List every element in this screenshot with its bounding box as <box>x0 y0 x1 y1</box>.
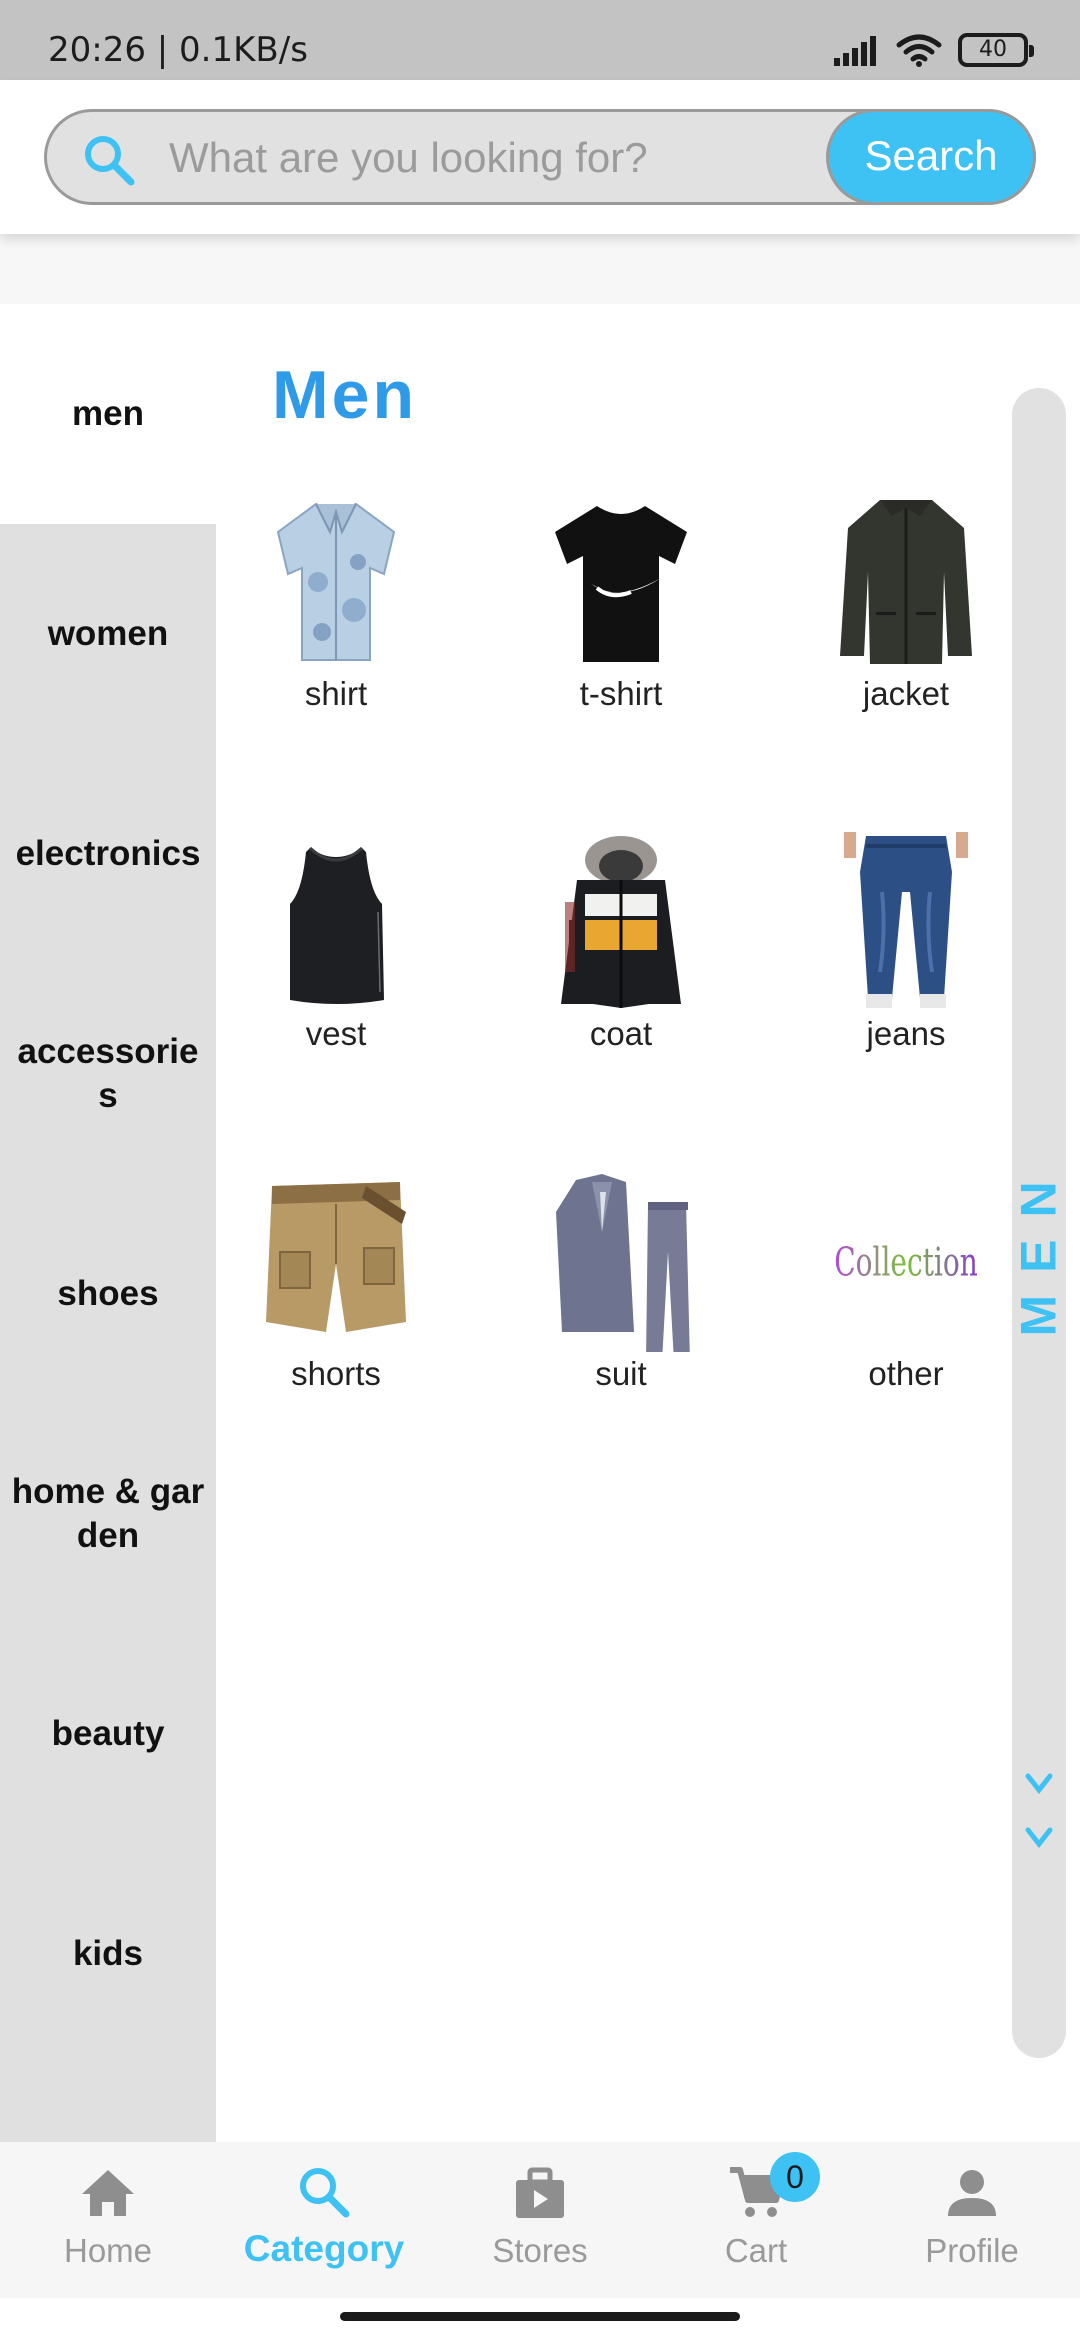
category-item-label: t-shirt <box>579 675 663 712</box>
category-item-shorts[interactable]: shorts <box>236 1172 436 1412</box>
category-item-label: shorts <box>291 1355 381 1392</box>
rail-label: MEN <box>1011 1148 1068 1348</box>
category-item-jeans[interactable]: jeans <box>806 832 1006 1072</box>
category-item-label: shirt <box>304 675 368 712</box>
jeans-image <box>844 832 968 1008</box>
side-scroll-rail[interactable]: MEN <box>1011 388 1068 2058</box>
vest-image <box>290 846 384 1004</box>
nav-home[interactable]: Home <box>0 2142 216 2298</box>
shirt-image <box>276 502 396 661</box>
nav-category[interactable]: Category <box>216 2142 432 2298</box>
jacket-image <box>840 500 972 664</box>
cart-count-badge: 0 <box>770 2152 820 2202</box>
chevron-down-icon <box>1025 1827 1053 1848</box>
category-item-label: suit <box>595 1355 647 1392</box>
nav-label: Category <box>243 2228 405 2269</box>
nav-cart[interactable]: 0 Cart <box>648 2142 864 2298</box>
signal-icon <box>834 36 876 66</box>
sidebar-item-men[interactable]: men <box>0 304 216 524</box>
category-sidebar: men women electronics accessories shoes … <box>0 304 216 2142</box>
battery-icon: 40 <box>958 33 1034 67</box>
status-time-speed: 20:26 | 0.1KB/s <box>48 30 308 70</box>
wifi-icon <box>896 34 942 67</box>
sidebar-item-shoes[interactable]: shoes <box>0 1184 216 1404</box>
search-icon <box>81 132 137 188</box>
collection-image: Collection <box>834 1240 977 1286</box>
category-item-label: coat <box>589 1015 653 1052</box>
nav-label: Profile <box>925 2232 1019 2269</box>
chevron-down-icon <box>1025 1773 1053 1794</box>
category-content: Men shirt t-shirt jacket vest coat jeans… <box>216 304 1080 2142</box>
suit-image <box>556 1174 690 1352</box>
header: Search <box>0 80 1080 234</box>
coat-image <box>561 836 681 1008</box>
nav-label: Stores <box>492 2232 588 2269</box>
category-item-label: other <box>868 1355 944 1392</box>
category-item-suit[interactable]: suit <box>521 1172 721 1412</box>
bottom-nav: Home Category Stores 0 Cart Profile <box>0 2142 1080 2298</box>
nav-profile[interactable]: Profile <box>864 2142 1080 2298</box>
search-icon <box>300 2168 350 2218</box>
profile-icon <box>948 2170 996 2216</box>
rail-label-text: MEN <box>1011 1159 1068 1337</box>
sidebar-item-women[interactable]: women <box>0 524 216 744</box>
search-bar[interactable]: Search <box>44 109 1036 205</box>
nav-stores[interactable]: Stores <box>432 2142 648 2298</box>
tshirt-image <box>555 506 687 662</box>
store-bag-icon <box>516 2167 564 2218</box>
status-bar: 20:26 | 0.1KB/s 40 <box>0 0 1080 80</box>
screen: 20:26 | 0.1KB/s 40 What are you looking … <box>0 0 1080 2340</box>
search-button[interactable]: Search <box>826 109 1036 205</box>
collection-image-text: Collection <box>834 1240 977 1286</box>
category-item-shirt[interactable]: shirt <box>236 492 436 732</box>
sidebar-item-beauty[interactable]: beauty <box>0 1624 216 1844</box>
sidebar-item-home-garden[interactable]: home & garden <box>0 1404 216 1624</box>
category-item-other[interactable]: Collection other <box>806 1172 1006 1412</box>
category-item-label: jacket <box>862 675 950 712</box>
home-indicator[interactable] <box>340 2312 740 2321</box>
divider-strip <box>0 234 1080 304</box>
shorts-image <box>266 1182 406 1332</box>
section-title: Men <box>272 357 417 433</box>
sidebar-item-kids[interactable]: kids <box>0 1844 216 2064</box>
status-icons: 40 <box>832 28 1034 72</box>
category-item-tshirt[interactable]: t-shirt <box>521 492 721 732</box>
category-item-label: vest <box>305 1015 367 1052</box>
nav-label: Cart <box>724 2232 788 2269</box>
home-icon <box>82 2170 134 2216</box>
category-item-label: jeans <box>866 1015 946 1052</box>
category-item-jacket[interactable]: jacket <box>806 492 1006 732</box>
sidebar-item-electronics[interactable]: electronics <box>0 744 216 964</box>
category-item-coat[interactable]: coat <box>521 832 721 1072</box>
category-item-vest[interactable]: vest <box>236 832 436 1072</box>
sidebar-item-accessories[interactable]: accessories <box>0 964 216 1184</box>
nav-label: Home <box>63 2232 153 2269</box>
search-input[interactable] <box>169 128 729 188</box>
